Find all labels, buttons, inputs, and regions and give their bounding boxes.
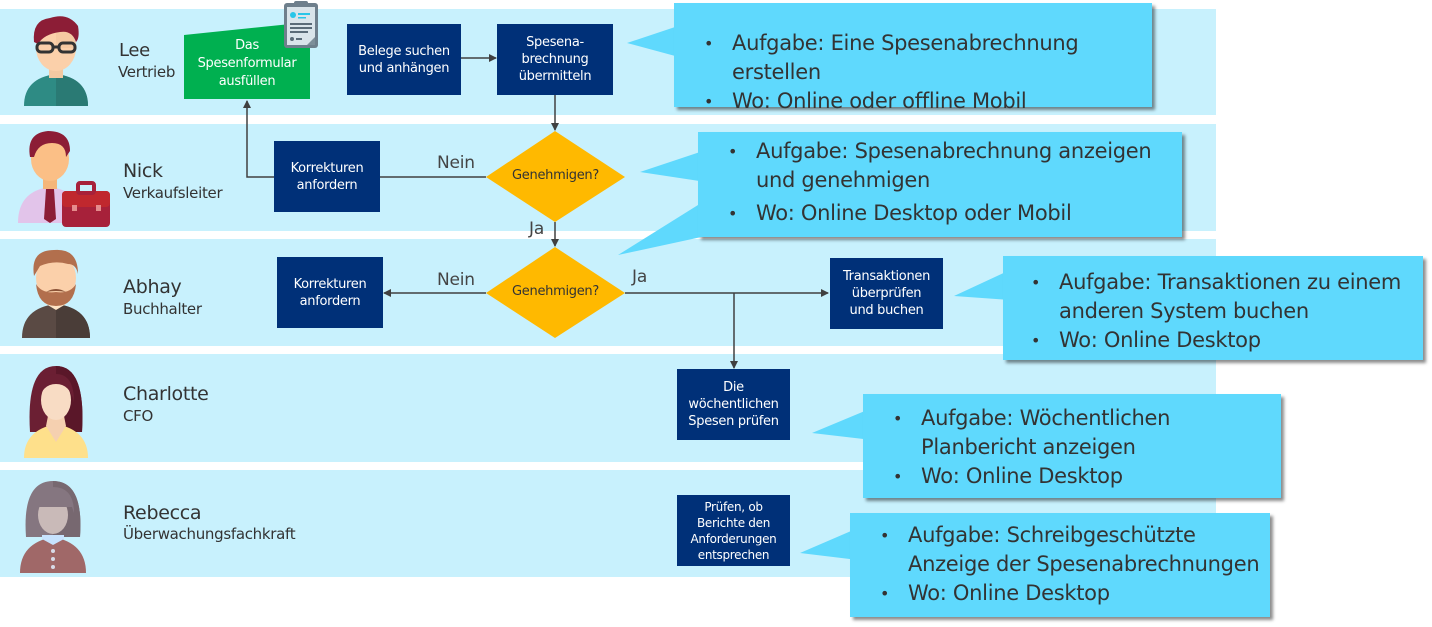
step-request-corrections-abhay-line-1: Korrekturen [293,276,367,292]
step-compliance-check-line-4: entsprechen [697,547,770,562]
step-fill-form[interactable]: Das Spesenformular ausfüllen [184,37,310,91]
step-fill-form-line-3: ausfüllen [218,74,276,89]
callout-charlotte-task: Aufgabe: Wöchentlichen Planbericht anzei… [893,404,1281,462]
step-post-transactions-line-2: überprüfen [851,286,922,301]
step-submit-report[interactable]: Spesena- brechnung übermitteln [497,24,613,95]
step-weekly-review-line-3: Spesen prüfen [688,414,779,429]
edge-label-abhay-no: Nein [437,270,475,290]
callout-abhay-task: Aufgabe: Transaktionen zu einem anderen … [1031,268,1423,326]
step-find-receipts[interactable]: Belege suchen und anhängen [347,24,461,95]
step-request-corrections-abhay[interactable]: Korrekturen anfordern [277,257,383,328]
callout-charlotte-where: Wo: Online Desktop [893,462,1281,491]
callout-tail-2b [618,200,706,255]
callout-charlotte: Aufgabe: Wöchentlichen Planbericht anzei… [863,394,1281,498]
callout-abhay: Aufgabe: Transaktionen zu einem anderen … [1003,256,1423,360]
step-request-corrections-nick-line-1: Korrekturen [290,160,364,176]
callout-nick-task: Aufgabe: Spesenabrechnung anzeigen und g… [728,137,1182,195]
step-find-receipts-line-1: Belege suchen [358,43,450,59]
step-compliance-check[interactable]: Prüfen, ob Berichte den Anforderungen en… [677,495,790,566]
step-compliance-check-line-2: Berichte den [697,515,770,530]
step-find-receipts-line-2: und anhängen [358,60,450,76]
step-submit-report-line-1: Spesena- [526,35,584,50]
step-compliance-check-line-3: Anforderungen [690,531,777,546]
step-request-corrections-nick-line-2: anfordern [296,177,358,193]
callout-abhay-where: Wo: Online Desktop [1031,326,1423,355]
step-submit-report-line-2: brechnung [521,52,589,67]
edge-label-nick-yes: Ja [529,219,545,239]
callout-tail-3 [954,270,1010,300]
edge-label-nick-no: Nein [437,153,475,173]
step-submit-report-line-3: übermitteln [518,69,592,84]
callout-rebecca: Aufgabe: Schreibgeschützte Anzeige der S… [850,513,1270,617]
step-weekly-review-line-2: wöchentlichen [688,397,779,412]
step-post-transactions-line-1: Transaktionen [842,269,931,284]
callout-lee-where: Wo: Online oder offline Mobil [704,87,1152,116]
step-fill-form-line-1: Das [235,38,259,53]
approve-nick-label: Genehmigen? [512,168,599,183]
edge-label-abhay-yes: Ja [632,267,648,287]
callout-nick-where: Wo: Online Desktop oder Mobil [728,199,1182,228]
step-compliance-check-line-1: Prüfen, ob [704,499,763,514]
step-fill-form-line-2: Spesenformular [197,56,297,71]
step-post-transactions[interactable]: Transaktionen überprüfen und buchen [830,258,943,329]
approve-abhay-label: Genehmigen? [512,284,599,299]
callout-rebecca-task: Aufgabe: Schreibgeschützte Anzeige der S… [880,521,1270,579]
callout-rebecca-where: Wo: Online Desktop [880,579,1270,608]
step-weekly-review[interactable]: Die wöchentlichen Spesen prüfen [677,369,790,440]
step-request-corrections-nick[interactable]: Korrekturen anfordern [274,141,380,212]
callout-lee: Aufgabe: Eine Spesenabrechnung erstellen… [674,3,1152,116]
callout-lee-task: Aufgabe: Eine Spesenabrechnung erstellen [704,29,1152,87]
callout-nick: Aufgabe: Spesenabrechnung anzeigen und g… [698,132,1182,237]
callout-tail-2a [640,150,706,182]
step-weekly-review-line-1: Die [723,380,744,395]
step-post-transactions-line-3: und buchen [849,303,924,318]
step-request-corrections-abhay-line-2: anfordern [299,293,361,309]
